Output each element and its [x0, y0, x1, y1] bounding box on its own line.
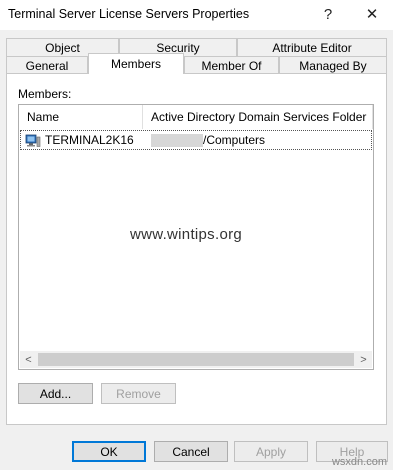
column-header-folder[interactable]: Active Directory Domain Services Folder [143, 105, 373, 129]
tab-managed-by[interactable]: Managed By [279, 56, 387, 74]
member-name: TERMINAL2K16 [45, 133, 134, 147]
tab-attribute-editor[interactable]: Attribute Editor [237, 38, 387, 56]
redacted-domain [151, 134, 203, 147]
scrollbar-thumb[interactable] [38, 353, 354, 366]
title-bar: Terminal Server License Servers Properti… [0, 0, 393, 30]
remove-button[interactable]: Remove [101, 383, 176, 404]
computer-icon [25, 134, 41, 147]
horizontal-scrollbar[interactable]: < > [20, 351, 372, 368]
ok-button[interactable]: OK [72, 441, 146, 462]
watermark: www.wintips.org [130, 226, 243, 243]
apply-button[interactable]: Apply [234, 441, 308, 462]
window-title: Terminal Server License Servers Properti… [8, 7, 250, 21]
scroll-right-icon[interactable]: > [355, 351, 372, 368]
members-label: Members: [18, 87, 72, 101]
scroll-left-icon[interactable]: < [20, 351, 37, 368]
member-folder: /Computers [203, 133, 266, 147]
help-title-button[interactable]: ? [314, 2, 342, 26]
tab-general[interactable]: General [6, 56, 88, 74]
column-header-name[interactable]: Name [19, 105, 143, 129]
add-button[interactable]: Add... [18, 383, 93, 404]
list-item[interactable]: TERMINAL2K16 /Computers [20, 130, 372, 150]
tab-member-of[interactable]: Member Of [184, 56, 279, 74]
corner-watermark: wsxdn.com [331, 456, 387, 468]
tab-members[interactable]: Members [88, 53, 184, 74]
cancel-button[interactable]: Cancel [154, 441, 228, 462]
close-button[interactable]: ✕ [358, 2, 386, 26]
